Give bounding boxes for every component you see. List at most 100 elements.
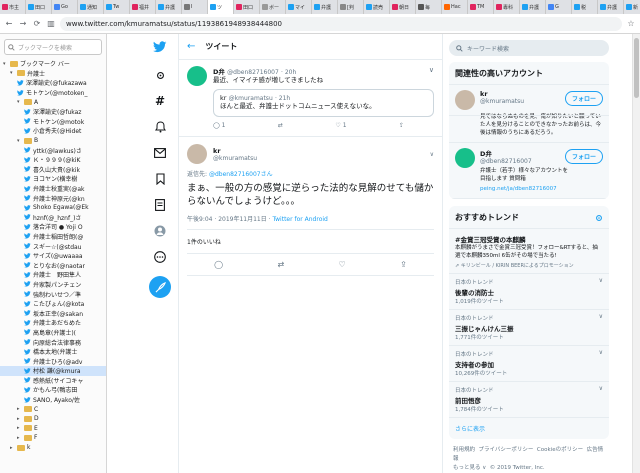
tweet-source[interactable]: Twitter for Android [272, 216, 327, 223]
bookmark-item[interactable]: 橋本太地(弁護士 [0, 347, 106, 357]
browser-tab[interactable]: 弁護 [598, 0, 624, 14]
sidebar-toggle-icon[interactable]: ▥ [46, 19, 56, 29]
browser-tab[interactable]: 毎 [416, 0, 442, 14]
twitter-search-field[interactable]: キーワード検索 [449, 40, 609, 56]
bookmark-folder[interactable]: ▸ k [0, 443, 106, 453]
like-count-summary[interactable]: 1件のいいね [187, 230, 434, 254]
url-field[interactable]: www.twitter.com/kmuramatsu/status/119386… [60, 16, 622, 31]
chevron-down-icon[interactable]: ∨ [599, 349, 603, 356]
parent-tweet[interactable]: ∨ D弁 @dben82716007 · 20h 最近、イマイチ感が増してきまし… [179, 60, 442, 137]
scroll-thumb[interactable] [634, 38, 639, 98]
chevron-down-icon[interactable]: ▾ [17, 99, 22, 105]
tweet-menu-icon[interactable]: ∨ [430, 151, 434, 158]
bookmark-folder[interactable]: ▸ E [0, 424, 106, 434]
tweet-timestamp[interactable]: 午後9:04 · 2019年11月11日 · [187, 216, 272, 223]
bookmark-item[interactable]: 深澤諭史(@fukaz [0, 107, 106, 117]
back-icon[interactable]: ← [4, 19, 14, 29]
browser-tab[interactable]: 專科 [494, 0, 520, 14]
trend-item[interactable]: ∨ 日本のトレンド 三振じゃんけん三振 1,771件のツイート [449, 310, 609, 346]
bookmark-item[interactable]: 深澤諭史(@fukazawa [0, 78, 106, 88]
follow-button[interactable]: フォロー [564, 91, 603, 106]
bookmark-item[interactable]: 感熱紙(サイコキャ [0, 376, 106, 386]
browser-tab[interactable]: 弁護 [312, 0, 338, 14]
browser-tab[interactable]: 読売 [364, 0, 390, 14]
settings-gear-icon[interactable] [595, 214, 603, 222]
author-name[interactable]: D弁 [213, 68, 225, 76]
bookmark-item[interactable]: 弁護士神原元(@kn [0, 193, 106, 203]
chevron-right-icon[interactable]: ▸ [17, 425, 22, 431]
chevron-right-icon[interactable]: ▸ [17, 406, 22, 412]
quoted-tweet[interactable]: kr @kmuramatsu · 21h ほんと最近、弁護士ドットコムニュース使… [213, 89, 434, 117]
browser-tab[interactable]: Tw [104, 0, 130, 14]
bookmark-item[interactable]: hznf(@_hznf_)さ [0, 213, 106, 223]
heart-icon[interactable]: ♡ [339, 260, 346, 269]
bookmark-item[interactable]: 弁護士ひろ(@adv [0, 356, 106, 366]
author-handle[interactable]: @kmuramatsu [213, 155, 424, 162]
bookmark-item[interactable]: 強制わいせつ／準 [0, 289, 106, 299]
bookmark-item[interactable]: 高島章(弁護士)( [0, 328, 106, 338]
browser-tab[interactable]: TM [468, 0, 494, 14]
avatar[interactable] [187, 144, 207, 164]
bookmark-folder[interactable]: ▸ F [0, 433, 106, 443]
bell-icon[interactable] [153, 120, 167, 134]
star-icon[interactable]: ☆ [626, 19, 636, 29]
bookmark-item[interactable]: 弁護士秋重実(@ak [0, 184, 106, 194]
show-more-link[interactable]: さらに表示 [449, 418, 609, 439]
trend-item[interactable]: ∨ 日本のトレンド 前田悟彦 1,784件のツイート [449, 382, 609, 418]
chevron-down-icon[interactable]: ▾ [10, 70, 15, 76]
footer-cookie[interactable]: Cookieのポリシー [537, 447, 583, 453]
bookmark-item[interactable]: サイズ(@uwaaaa [0, 251, 106, 261]
reload-icon[interactable]: ⟳ [32, 19, 42, 29]
like-button[interactable]: ♡ 1 [335, 122, 346, 129]
bookmark-item[interactable]: かもん弓(鴨志田 [0, 385, 106, 395]
bookmark-item[interactable]: モトケン(@motok [0, 117, 106, 127]
bookmark-item[interactable]: 坂本正幸(@sakan [0, 308, 106, 318]
forward-icon[interactable]: → [18, 19, 28, 29]
bookmark-item[interactable]: 向原総合法律事務 [0, 337, 106, 347]
account-item[interactable]: kr @kmuramatsu フォロー [449, 85, 609, 116]
reply-to-link[interactable]: @dben82716007さん [209, 171, 273, 178]
explore-hash-icon[interactable]: # [153, 94, 167, 108]
bookmark-folder[interactable]: ▾ A [0, 97, 106, 107]
bookmark-item[interactable]: こたぴょん(@kota [0, 299, 106, 309]
bookmark-folder[interactable]: ▾ ブックマーク バー [0, 59, 106, 69]
account-link[interactable]: peing.net/ja/dben82716007 [480, 186, 557, 192]
footer-terms[interactable]: 利用規約 [453, 447, 475, 453]
chevron-down-icon[interactable]: ▾ [3, 61, 8, 67]
browser-tab[interactable]: 田口 [26, 0, 52, 14]
browser-tab[interactable]: 弁護 [520, 0, 546, 14]
bookmark-folder[interactable]: ▾ 弁護士 [0, 69, 106, 79]
browser-tab[interactable]: 弁護 [156, 0, 182, 14]
bookmark-item[interactable]: 村松 謙(@kmura [0, 366, 106, 376]
bookmarks-icon[interactable] [153, 172, 167, 186]
trend-item[interactable]: ∨ 日本のトレンド 支持者の参加 10,269件のツイート [449, 346, 609, 382]
avatar[interactable] [187, 66, 207, 86]
bookmark-item[interactable]: とりなお(@naotar [0, 260, 106, 270]
bookmark-folder[interactable]: ▾ B [0, 136, 106, 146]
author-handle[interactable]: @dben82716007 [227, 69, 279, 76]
share-icon[interactable]: ⇪ [400, 260, 407, 269]
chevron-down-icon[interactable]: ∨ [599, 313, 603, 320]
browser-tab[interactable]: ボー [260, 0, 286, 14]
browser-tab[interactable]: 市主 [0, 0, 26, 14]
browser-tab[interactable]: 田口 [234, 0, 260, 14]
chevron-right-icon[interactable]: ▸ [17, 435, 22, 441]
bookmark-item[interactable]: スギー☆(@stdau [0, 241, 106, 251]
browser-tab[interactable]: G [546, 0, 572, 14]
bookmark-item[interactable]: 弁護士あだちめた [0, 318, 106, 328]
tweet-time[interactable]: · 20h [281, 69, 296, 76]
avatar[interactable] [455, 90, 475, 110]
browser-tab[interactable]: マイ [286, 0, 312, 14]
bookmark-folder[interactable]: ▸ D [0, 414, 106, 424]
browser-tab[interactable]: 通知 [78, 0, 104, 14]
share-icon[interactable]: ⇪ [399, 122, 404, 129]
retweet-icon[interactable]: ⇄ [278, 122, 283, 129]
chevron-right-icon[interactable]: ▸ [17, 416, 22, 422]
account-item[interactable]: D弁 @dben82716007 弁護士（若手）様々なアカウントを目指します 質… [449, 142, 609, 199]
messages-icon[interactable] [153, 146, 167, 160]
follow-button[interactable]: フォロー [564, 149, 603, 164]
bookmark-item[interactable]: SANO, Ayako/佐 [0, 395, 106, 405]
bookmark-item[interactable]: 小倉秀夫(@Hidet [0, 126, 106, 136]
bookmark-item[interactable]: Shoko Egawa(@Ek [0, 203, 106, 213]
browser-tab[interactable]: Go [52, 0, 78, 14]
